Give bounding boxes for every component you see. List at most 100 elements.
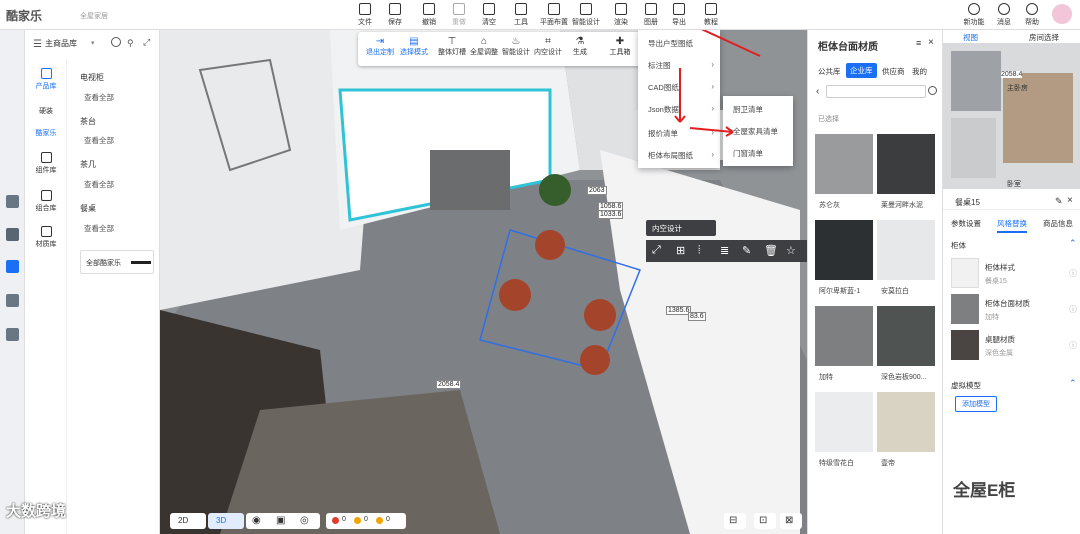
home-icon[interactable]	[6, 228, 19, 241]
tools-button[interactable]: 工具	[506, 3, 536, 27]
layout-toggle[interactable]: ⊟	[724, 513, 746, 529]
interior-design-tag-label: 内空设计	[652, 224, 682, 233]
clear-button[interactable]: 清空	[474, 3, 504, 27]
stack-icon[interactable]: ≣	[720, 244, 729, 257]
material-swatch[interactable]	[877, 306, 935, 366]
bell-icon	[998, 3, 1010, 15]
tab-view[interactable]: 视图	[963, 32, 978, 43]
tab-supplier[interactable]: 供应商	[882, 66, 905, 77]
expand-icon[interactable]: ⤢	[143, 37, 150, 48]
tab-params[interactable]: 参数设置	[951, 218, 981, 229]
add-model-button[interactable]: 添加模型	[955, 396, 997, 412]
delete-icon[interactable]: 🗑	[764, 244, 778, 257]
category-hard[interactable]: 硬装	[25, 106, 67, 116]
apartment-icon[interactable]	[6, 260, 19, 273]
close-icon[interactable]: ×	[1067, 195, 1073, 206]
tab-mine[interactable]: 我的	[912, 66, 927, 77]
render-label: 渲染	[614, 19, 628, 26]
tab-style-replace[interactable]: 风格替换	[997, 218, 1027, 233]
product-icon[interactable]	[6, 195, 19, 208]
tab-room-select[interactable]: 房间选择	[1029, 32, 1059, 43]
mini-floorplan[interactable]: 2058.4 主卧房 卧室	[943, 43, 1080, 189]
issue-counter[interactable]: 0 0 0	[326, 513, 406, 529]
fullscreen-button[interactable]: ⊠	[780, 513, 802, 529]
mode-3d-button[interactable]: 3D	[208, 513, 244, 529]
filter-icon[interactable]: ⚲	[127, 38, 134, 49]
mode-2d-button[interactable]: 2D	[170, 513, 206, 529]
tab-enterprise[interactable]: 企业库	[846, 63, 877, 78]
messages-button[interactable]: 消息	[990, 3, 1018, 27]
file-button[interactable]: 文件	[350, 3, 380, 27]
close-icon[interactable]: ×	[928, 37, 934, 48]
all-kujiale-button[interactable]: 全部酷家乐	[80, 250, 154, 274]
save-button[interactable]: 保存	[380, 3, 410, 27]
info-icon[interactable]: ⓘ	[1069, 304, 1077, 315]
material-swatch[interactable]	[877, 134, 935, 194]
props-header: 餐桌15 ✎ ×	[943, 192, 1080, 210]
category-group[interactable]: 组合库	[25, 190, 67, 213]
tab-product-info[interactable]: 商品信息	[1043, 218, 1073, 229]
screenshot-button[interactable]: ⊡	[754, 513, 776, 529]
error-icon	[332, 517, 339, 524]
redo-button[interactable]: 重做	[444, 3, 474, 27]
edit-icon[interactable]: ✎	[1055, 196, 1063, 207]
object-context-toolbar: ⤢ ⊞ ⦙ ≣ ✎ 🗑 ☆	[646, 240, 807, 262]
view-all-link[interactable]: 查看全部	[84, 179, 114, 190]
resize-icon[interactable]: ⤢	[652, 244, 661, 257]
brush-icon[interactable]: ✎	[742, 244, 751, 257]
help-icon	[1026, 3, 1038, 15]
material-search-input[interactable]	[826, 85, 926, 98]
tutorial-button[interactable]: 教程	[696, 3, 726, 27]
view-all-link[interactable]: 查看全部	[84, 92, 114, 103]
file-icon	[359, 3, 371, 15]
gauge-icon[interactable]: ◎	[300, 515, 309, 526]
new-feature-button[interactable]: 新功能	[960, 3, 988, 27]
floor-plan-button[interactable]: 平面布置	[536, 3, 572, 27]
material-icon	[40, 226, 52, 237]
category-component[interactable]: 组件库	[25, 152, 67, 175]
help-button[interactable]: 帮助	[1018, 3, 1046, 27]
library-dropdown[interactable]: 主商品库	[45, 38, 77, 49]
tab-public[interactable]: 公共库	[818, 66, 841, 77]
category-kujiale[interactable]: 酷家乐	[25, 128, 67, 138]
view-all-link[interactable]: 查看全部	[84, 135, 114, 146]
menu-icon[interactable]: ≡	[916, 38, 921, 48]
render-button[interactable]: 渲染	[606, 3, 636, 27]
export-button[interactable]: 导出	[664, 3, 694, 27]
avatar[interactable]	[1052, 4, 1072, 24]
smart-design-button[interactable]: 智能设计	[568, 3, 604, 27]
back-icon[interactable]: ‹	[816, 86, 819, 97]
replace-icon[interactable]: ⊞	[676, 244, 685, 257]
model-icon[interactable]	[6, 294, 19, 307]
align-icon[interactable]: ⦙	[698, 244, 700, 257]
material-swatch[interactable]	[815, 392, 873, 452]
smart-design-label: 智能设计	[572, 19, 600, 26]
props-title: 餐桌15	[955, 198, 980, 207]
list-icon[interactable]: ☰	[33, 39, 42, 50]
search-icon[interactable]	[928, 86, 937, 95]
material-swatch[interactable]	[815, 306, 873, 366]
material-swatch[interactable]	[877, 392, 935, 452]
album-button[interactable]: 图册	[636, 3, 666, 27]
cube-icon[interactable]: ▣	[276, 515, 285, 526]
category-product[interactable]: 产品库	[25, 68, 67, 91]
material-swatch[interactable]	[815, 220, 873, 280]
search-icon[interactable]	[111, 37, 121, 47]
material-swatch[interactable]	[877, 220, 935, 280]
view-tabs: 视图 房间选择	[943, 30, 1080, 42]
interior-design-tag[interactable]: 内空设计	[646, 220, 716, 236]
collapse-icon[interactable]: ⌃	[1069, 238, 1077, 249]
chevron-down-icon[interactable]: ▾	[91, 39, 95, 47]
material-swatch[interactable]	[815, 134, 873, 194]
collapse-icon[interactable]: ⌃	[1069, 378, 1077, 389]
info-icon[interactable]: ⓘ	[1069, 340, 1077, 351]
person-icon[interactable]	[6, 328, 19, 341]
3d-viewport[interactable]: ⇥ 退出定制 ▤ 选择模式 ⊤ 整体灯槽 ⌂ 全屋调整 ♨ 智能设计 ⌗ 内空设计 ⚗ 生成 …	[160, 30, 807, 534]
section-title: 茶台	[80, 117, 96, 126]
undo-button[interactable]: 撤销	[414, 3, 444, 27]
eye-icon[interactable]: ◉	[252, 515, 261, 526]
info-icon[interactable]: ⓘ	[1069, 268, 1077, 279]
view-all-link[interactable]: 查看全部	[84, 223, 114, 234]
category-material[interactable]: 材质库	[25, 226, 67, 249]
star-icon[interactable]: ☆	[786, 244, 796, 257]
